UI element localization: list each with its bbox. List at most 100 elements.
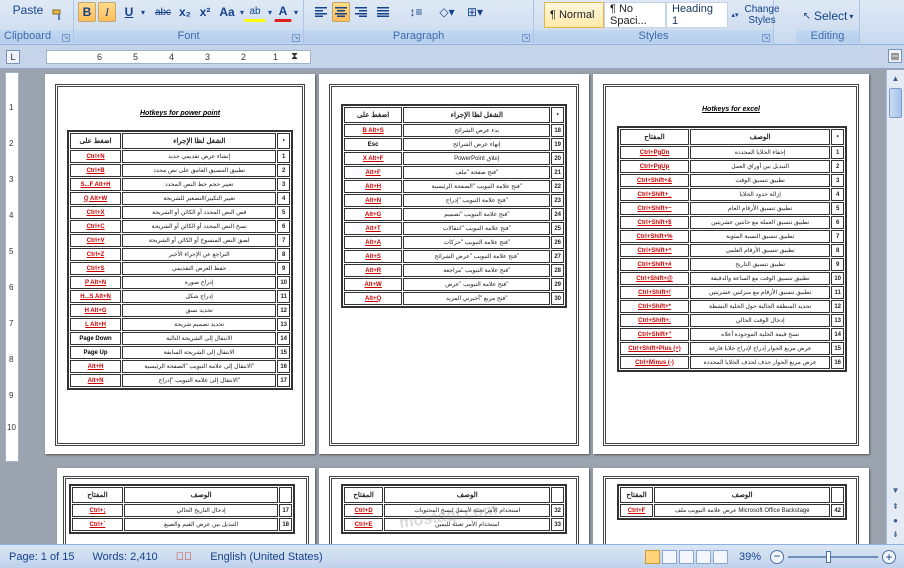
shortcut-key: Ctrl+S	[70, 262, 122, 275]
ribbon: Paste Clipboard ↘ B I U ▾ abc x₂ x² Aa ▾…	[0, 0, 904, 45]
align-center-icon[interactable]	[332, 2, 350, 22]
row-number: 15	[831, 342, 844, 355]
header-key: اضغط على	[344, 107, 403, 123]
shortcut-key: Ctrl+Shift+~	[620, 202, 689, 215]
vertical-scrollbar[interactable]: ▲ ▼ ⇞ ● ⇟	[886, 70, 904, 544]
shortcut-description: إخفاء الخلايا المحددة	[690, 146, 831, 159]
previous-page-icon[interactable]: ⇞	[889, 500, 902, 513]
shortcut-description: تطبيق التنسيق الغامق على نص محدد	[122, 164, 277, 177]
full-screen-reading-view-icon[interactable]	[661, 549, 677, 564]
outline-view-icon[interactable]	[695, 549, 711, 564]
borders-icon[interactable]: ⊞▾	[462, 2, 488, 22]
table-header-row: اضغط على الشغل لظا الإجراء •	[344, 107, 564, 123]
scroll-up-icon[interactable]: ▲	[889, 72, 902, 85]
underline-button[interactable]: U	[120, 2, 138, 22]
strikethrough-button[interactable]: abc	[152, 2, 174, 22]
bold-button[interactable]: B	[78, 2, 96, 22]
shortcut-description: تحديد المنطقة الحالية حول الخلية النشطة	[690, 300, 831, 313]
ruler-tick: 9	[9, 391, 14, 400]
line-spacing-icon[interactable]: ↕≡	[402, 2, 430, 22]
font-color-dropdown-icon[interactable]: ▾	[292, 2, 300, 22]
browse-object-icon[interactable]: ●	[889, 514, 902, 527]
style-normal[interactable]: ¶ Normal	[544, 2, 604, 28]
highlight-dropdown-icon[interactable]: ▾	[266, 2, 274, 22]
scroll-thumb[interactable]	[889, 88, 902, 118]
select-button[interactable]: ↖ Select ▾	[798, 8, 858, 24]
proofing-icon[interactable]: ✓⃠	[167, 548, 202, 566]
draft-view-icon[interactable]	[712, 549, 728, 564]
align-right-icon[interactable]	[352, 2, 370, 22]
change-styles-button[interactable]: Change Styles	[744, 1, 780, 29]
font-color-button[interactable]: A	[274, 2, 292, 22]
table-row: Ctrl+Shift+# تطبيق تنسيق التاريخ 9	[620, 258, 844, 271]
justify-icon[interactable]	[372, 2, 394, 22]
scroll-down-icon[interactable]: ▼	[889, 484, 902, 497]
shortcut-key: H...S Alt+N	[70, 290, 122, 303]
style-heading-1[interactable]: Heading 1	[666, 2, 728, 28]
page-6[interactable]: المفتاح الوصف Ctrl+F عرض علامة التبويب مل…	[593, 468, 869, 544]
header-action: الشغل لظا الإجراء	[403, 107, 551, 123]
status-bar: Page: 1 of 15 Words: 2,410 ✓⃠ English (U…	[0, 544, 904, 568]
row-number: 42	[831, 504, 844, 517]
font-launcher-icon[interactable]: ↘	[292, 34, 300, 42]
page-3[interactable]: Hotkeys for excel المفتاح الوصف • Ctrl+P…	[593, 74, 869, 454]
page-4[interactable]: المفتاح الوصف Ctrl+; إدخال التاريخ الحالي…	[57, 468, 315, 544]
row-number: 8	[831, 244, 844, 257]
row-number: 13	[277, 318, 290, 331]
underline-dropdown-icon[interactable]: ▾	[138, 2, 148, 22]
vertical-ruler[interactable]: 1 2 3 4 5 6 7 8 9 10	[5, 72, 19, 462]
page-5[interactable]: المفتاح الوصف Ctrl+D استخدام الأمر تعبئة …	[319, 468, 589, 544]
italic-button[interactable]: I	[98, 2, 116, 22]
format-painter-icon[interactable]	[50, 6, 66, 24]
change-case-button[interactable]: Aa	[216, 2, 238, 22]
row-number: 29	[551, 278, 564, 291]
table-row: Alt+F فتح صفحة "ملف" 21	[344, 166, 564, 179]
row-number: 5	[277, 206, 290, 219]
word-count[interactable]: Words: 2,410	[83, 548, 166, 566]
zoom-in-icon[interactable]: +	[882, 549, 896, 564]
subscript-button[interactable]: x₂	[176, 2, 194, 22]
print-layout-view-icon[interactable]	[644, 549, 660, 564]
shortcut-description: الانتقال إلى الشريحة التالية	[122, 332, 277, 345]
table-row: Ctrl+Shift+* تحديد المنطقة الحالية حول ال…	[620, 300, 844, 313]
next-page-icon[interactable]: ⇟	[889, 528, 902, 541]
styles-more-icon[interactable]: ▴▾	[730, 2, 740, 28]
shortcut-key: Ctrl+Shift+%	[620, 230, 689, 243]
shortcut-description: فتح علامة التبويب "انتقالات"	[403, 222, 551, 235]
zoom-out-icon[interactable]: −	[770, 549, 784, 564]
shortcut-description: تحديد تصميم شريحة	[122, 318, 277, 331]
clipboard-launcher-icon[interactable]: ↘	[62, 34, 70, 42]
shortcut-key: Alt+Q	[344, 292, 403, 305]
horizontal-ruler[interactable]: 6 5 4 3 2 1 ⧗	[46, 50, 311, 64]
shortcut-key: Alt+T	[344, 222, 403, 235]
align-left-icon[interactable]	[312, 2, 330, 22]
style-no-spacing[interactable]: ¶ No Spaci...	[604, 2, 666, 28]
shortcut-key: Alt+G	[344, 208, 403, 221]
web-layout-view-icon[interactable]	[678, 549, 694, 564]
paste-button[interactable]: Paste	[6, 2, 50, 18]
superscript-button[interactable]: x²	[196, 2, 214, 22]
page-2[interactable]: اضغط على الشغل لظا الإجراء • B Alt+S بدء …	[319, 74, 589, 454]
zoom-level[interactable]: 39%	[730, 548, 770, 566]
zoom-slider-knob[interactable]	[826, 550, 831, 563]
table-row: Ctrl+` التبديل بين عرض القيم والصيغ 18	[72, 518, 292, 531]
indent-marker-icon[interactable]: ⧗	[291, 51, 298, 62]
paragraph-launcher-icon[interactable]: ↘	[522, 34, 530, 42]
shortcut-description: فتح علامة التبويب "مراجعة"	[403, 264, 551, 277]
page-1[interactable]: Hotkeys for power point اضغط على الشغل ل…	[45, 74, 315, 454]
shortcut-key: Ctrl+Z	[70, 248, 122, 261]
row-number: 12	[831, 300, 844, 313]
styles-launcher-icon[interactable]: ↘	[762, 34, 770, 42]
page-count[interactable]: Page: 1 of 15	[0, 548, 83, 566]
shading-icon[interactable]: ◇▾	[434, 2, 460, 22]
ruler-tick: 3	[9, 175, 14, 184]
tab-selector-icon[interactable]: L	[6, 50, 20, 64]
header-num	[551, 487, 564, 503]
document-workspace[interactable]: Hotkeys for power point اضغط على الشغل ل…	[20, 70, 886, 544]
paragraph-group: ↕≡ ◇▾ ⊞▾ Paragraph ↘	[304, 0, 534, 45]
language-indicator[interactable]: English (United States)	[201, 548, 332, 566]
zoom-slider[interactable]	[788, 550, 878, 563]
view-ruler-icon[interactable]: ▤	[888, 49, 902, 63]
highlight-button[interactable]: ab	[244, 2, 266, 22]
row-number: 21	[551, 166, 564, 179]
